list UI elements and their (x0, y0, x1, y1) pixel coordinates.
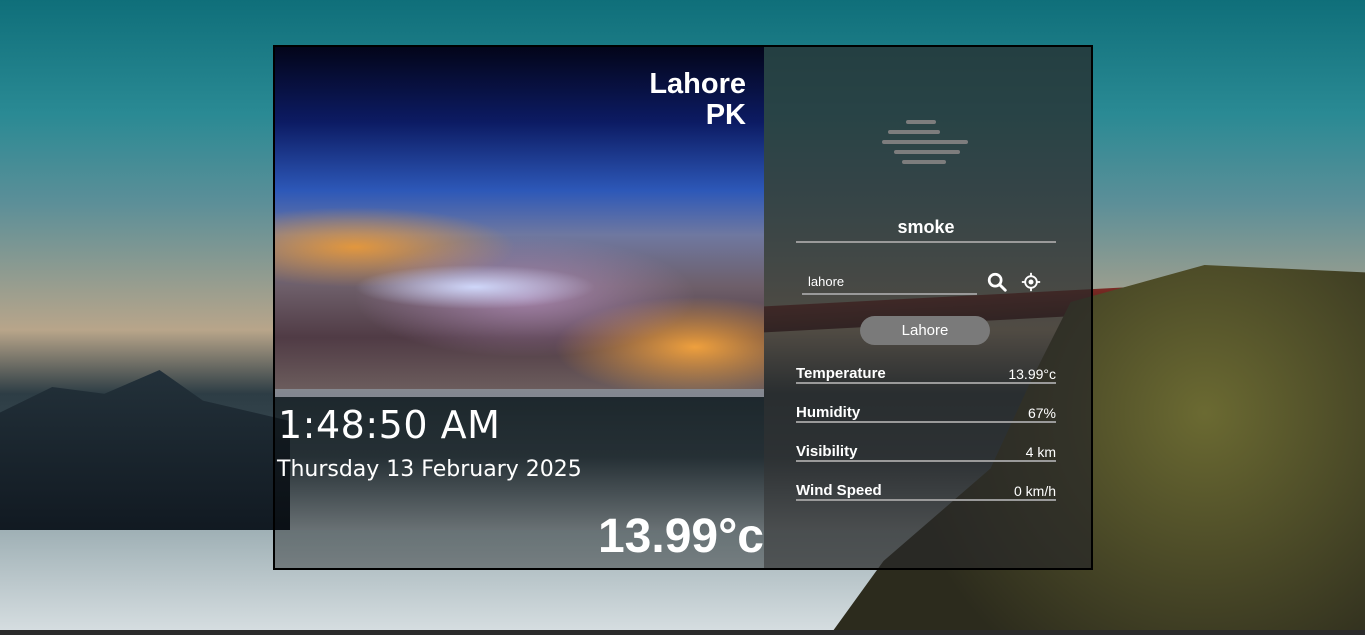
country-code: PK (705, 99, 746, 131)
haze-icon (882, 120, 972, 176)
background-hills (0, 370, 290, 540)
city-search-input[interactable] (802, 269, 977, 295)
stat-value: 67% (1027, 405, 1056, 421)
stat-value: 0 km/h (1013, 483, 1056, 499)
stat-label: Wind Speed (796, 482, 882, 499)
city-name: Lahore (649, 68, 746, 100)
current-time: 1:48:50 AM (278, 403, 501, 447)
stat-label: Humidity (796, 404, 861, 421)
city-suggestion-button[interactable]: Lahore (860, 316, 990, 345)
stat-value: 13.99°c (1008, 366, 1056, 382)
locate-icon[interactable] (1021, 272, 1041, 292)
weather-right-panel: smoke Lahore Temperature 13.99°c Humidit… (764, 47, 1091, 568)
location-title: Lahore PK (649, 69, 746, 131)
weather-card: Lahore PK 1:48:50 AM Thursday 13 Februar… (273, 45, 1093, 570)
weather-stats: Temperature 13.99°c Humidity 67% Visibil… (796, 363, 1056, 519)
stat-row-wind-speed: Wind Speed 0 km/h (796, 480, 1056, 501)
stat-value: 4 km (1025, 444, 1056, 460)
stat-label: Temperature (796, 365, 886, 382)
stat-label: Visibility (796, 443, 858, 460)
bottom-bar (0, 630, 1365, 635)
main-temperature: 13.99°c (597, 510, 764, 563)
stat-row-visibility: Visibility 4 km (796, 441, 1056, 462)
photo-divider (275, 389, 764, 397)
stat-row-temperature: Temperature 13.99°c (796, 363, 1056, 384)
weather-left-panel: Lahore PK 1:48:50 AM Thursday 13 Februar… (275, 47, 764, 568)
search-icon[interactable] (986, 271, 1008, 293)
current-date: Thursday 13 February 2025 (277, 457, 582, 482)
weather-condition: smoke (796, 217, 1056, 243)
stat-row-humidity: Humidity 67% (796, 402, 1056, 423)
